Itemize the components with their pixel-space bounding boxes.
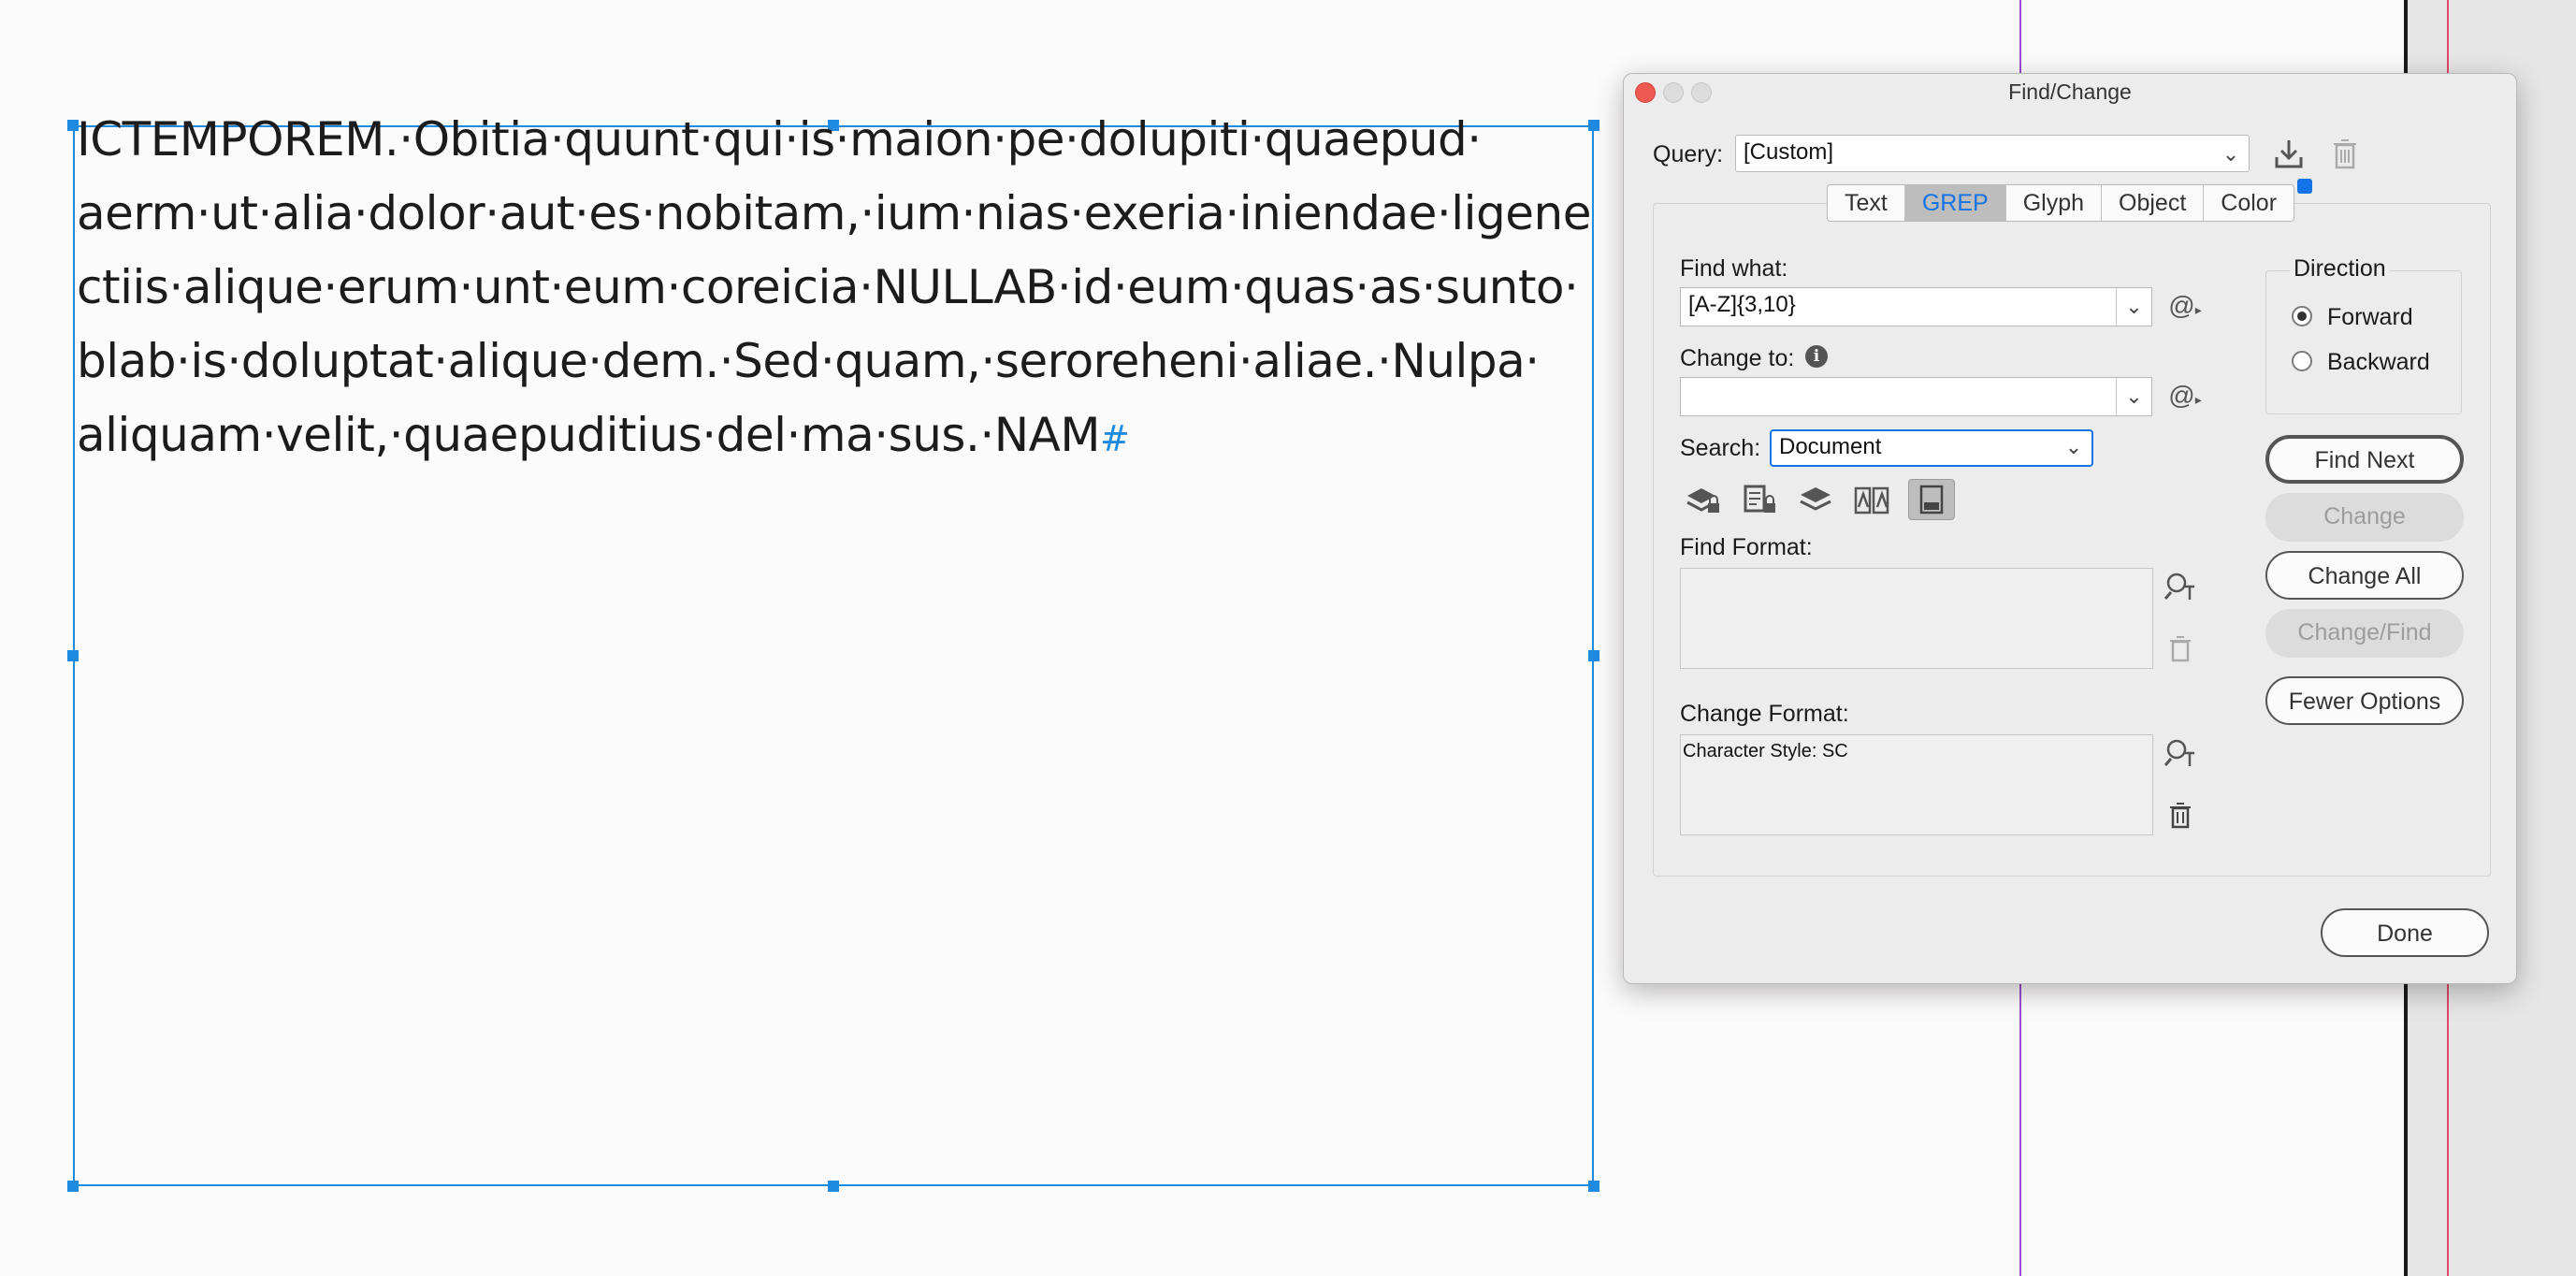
direction-backward-label[interactable]: Backward xyxy=(2327,349,2430,376)
tab-grep[interactable]: GREP xyxy=(1904,185,2006,221)
find-what-value: [A-Z]{3,10} xyxy=(1688,292,1796,317)
find-next-button[interactable]: Find Next xyxy=(2265,435,2464,484)
find-what-history-dropdown[interactable]: ⌄ xyxy=(2116,288,2151,326)
dialog-title: Find/Change xyxy=(2008,80,2132,104)
change-all-button[interactable]: Change All xyxy=(2265,551,2464,600)
search-label: Search: xyxy=(1680,435,1761,461)
direction-forward-radio[interactable] xyxy=(2292,306,2312,326)
specify-change-format-button[interactable] xyxy=(2161,734,2200,772)
search-scope-value: Document xyxy=(1779,434,1882,459)
save-query-icon xyxy=(2275,140,2303,168)
footnotes-icon xyxy=(1919,485,1944,515)
direction-backward-radio[interactable] xyxy=(2292,351,2312,371)
frame-handle-bl[interactable] xyxy=(67,1181,79,1192)
change-button[interactable]: Change xyxy=(2265,493,2464,542)
trash-icon xyxy=(2334,139,2356,169)
change-special-characters-icon[interactable]: @▸ xyxy=(2166,379,2204,416)
change-to-field[interactable]: ⌄ xyxy=(1680,377,2152,416)
frame-handle-mr[interactable] xyxy=(1588,650,1599,661)
clear-change-format-button[interactable] xyxy=(2161,796,2200,834)
change-format-magnifier-icon xyxy=(2164,739,2194,766)
search-scope-dropdown[interactable]: Document ⌄ xyxy=(1770,429,2093,467)
chevron-down-icon: ⌄ xyxy=(2064,435,2083,458)
done-button[interactable]: Done xyxy=(2321,908,2489,957)
frame-handle-bm[interactable] xyxy=(828,1181,839,1192)
end-of-story-mark: # xyxy=(1099,418,1130,459)
text-line-1: ICTEMPOREM.·Obitia·quunt·qui·is·maion·pe… xyxy=(77,112,1482,167)
tab-glyph[interactable]: Glyph xyxy=(2006,185,2103,221)
specify-find-format-button[interactable] xyxy=(2161,568,2200,605)
find-what-field[interactable]: [A-Z]{3,10} ⌄ xyxy=(1680,287,2152,326)
tab-indicator-dot xyxy=(2297,179,2312,194)
tab-object[interactable]: Object xyxy=(2102,185,2205,221)
chevron-down-icon: ⌄ xyxy=(2221,142,2240,166)
tab-color[interactable]: Color xyxy=(2204,185,2294,221)
include-footnotes-toggle[interactable] xyxy=(1908,479,1955,520)
find-change-dialog: Find/Change Query: [Custom] ⌄ Text GREP … xyxy=(1623,73,2517,984)
trash-icon xyxy=(2170,636,2191,662)
frame-text[interactable]: ICTEMPOREM.·Obitia·quunt·qui·is·maion·pe… xyxy=(77,103,1620,472)
text-line-3: ctiis·alique·erum·unt·eum·coreicia·NULLA… xyxy=(77,260,1579,314)
change-to-label: Change to: xyxy=(1680,345,1795,371)
text-line-5: aliquam·velit,·quaepuditius·del·ma·sus.·… xyxy=(77,399,1620,472)
query-label: Query: xyxy=(1653,141,1724,167)
info-icon[interactable]: i xyxy=(1805,345,1828,368)
locked-layers-icon xyxy=(1686,488,1719,513)
change-find-button[interactable]: Change/Find xyxy=(2265,609,2464,658)
hidden-layers-icon xyxy=(1800,487,1831,511)
text-line-2: aerm·ut·alia·dolor·aut·es·nobitam,·ium·n… xyxy=(77,186,1591,240)
find-format-box[interactable] xyxy=(1680,568,2153,669)
direction-label: Direction xyxy=(2290,255,2390,283)
query-dropdown[interactable]: [Custom] ⌄ xyxy=(1735,135,2250,172)
find-format-label: Find Format: xyxy=(1680,534,1813,560)
master-pages-icon xyxy=(1854,486,1889,515)
frame-handle-ml[interactable] xyxy=(67,650,79,661)
change-format-value: Character Style: SC xyxy=(1683,741,1848,761)
search-type-tabs: Text GREP Glyph Object Color xyxy=(1827,184,2295,222)
find-format-magnifier-icon xyxy=(2164,573,2194,600)
save-query-button[interactable] xyxy=(2269,135,2308,172)
include-hidden-layers-toggle[interactable] xyxy=(1796,481,1835,518)
direction-group xyxy=(2265,270,2462,414)
text-line-5-content: aliquam·velit,·quaepuditius·del·ma·sus.·… xyxy=(77,408,1100,462)
include-locked-layers-toggle[interactable] xyxy=(1684,481,1723,518)
dialog-titlebar[interactable]: Find/Change xyxy=(1624,74,2516,108)
include-master-pages-toggle[interactable] xyxy=(1852,481,1891,518)
include-locked-stories-toggle[interactable] xyxy=(1740,481,1779,518)
clear-find-format-button[interactable] xyxy=(2161,630,2200,667)
frame-handle-br[interactable] xyxy=(1588,1181,1599,1192)
trash-icon xyxy=(2170,803,2191,829)
change-format-label: Change Format: xyxy=(1680,701,1849,727)
text-line-4: blab·is·doluptat·alique·dem.·Sed·quam,·s… xyxy=(77,334,1540,388)
delete-query-button[interactable] xyxy=(2325,135,2365,172)
change-to-history-dropdown[interactable]: ⌄ xyxy=(2116,378,2151,415)
direction-forward-label[interactable]: Forward xyxy=(2327,304,2413,331)
change-format-box[interactable]: Character Style: SC xyxy=(1680,734,2153,835)
query-value: [Custom] xyxy=(1744,139,1834,165)
find-special-characters-icon[interactable]: @▸ xyxy=(2166,289,2204,326)
fewer-options-button[interactable]: Fewer Options xyxy=(2265,676,2464,725)
tab-text[interactable]: Text xyxy=(1828,185,1905,221)
find-what-label: Find what: xyxy=(1680,255,1788,282)
locked-stories-icon xyxy=(1744,485,1775,513)
